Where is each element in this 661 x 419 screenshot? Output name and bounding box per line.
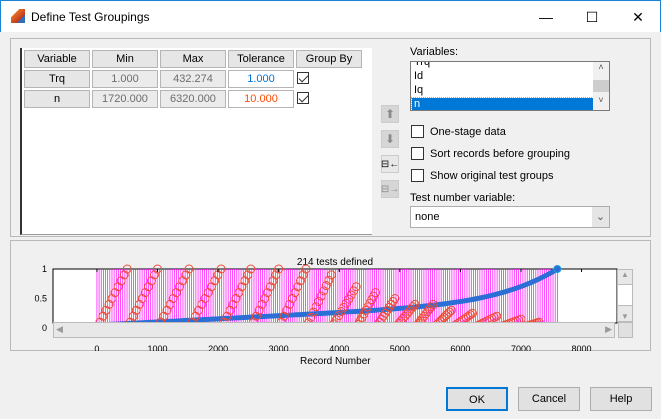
row-tolerance[interactable]: 10.000	[228, 90, 294, 108]
list-item[interactable]: Iq	[412, 84, 593, 98]
row-min: 1.000	[92, 70, 158, 88]
checkbox-label: Sort records before grouping	[430, 147, 571, 160]
add-variable-button[interactable]: ⊟←	[381, 155, 399, 173]
grouping-table: Variable Min Max Tolerance Group By Trq …	[20, 48, 372, 235]
minimize-button[interactable]: —	[523, 1, 569, 33]
scroll-up-icon[interactable]: ˄	[593, 62, 609, 76]
arrow-down-icon: ⬇	[384, 132, 396, 146]
chevron-down-icon[interactable]: ⌄	[592, 207, 609, 227]
x-tick-label: 5000	[390, 344, 410, 351]
list-item-selected[interactable]: n	[411, 97, 594, 110]
header-tolerance: Tolerance	[228, 50, 294, 68]
list-item[interactable]: Trq	[412, 62, 593, 70]
scroll-left-icon[interactable]: ◀	[56, 324, 63, 335]
list-item[interactable]: Id	[412, 70, 593, 84]
test-number-select[interactable]: none ⌄	[410, 206, 610, 228]
vertical-scrollbar[interactable]: ▲ ▼	[617, 269, 633, 322]
cancel-button[interactable]: Cancel	[518, 387, 580, 411]
header-group-by: Group By	[296, 50, 362, 68]
header-variable: Variable	[24, 50, 90, 68]
add-to-table-icon: ⊟←	[380, 158, 400, 170]
table-row: Trq 1.000 432.274 1.000	[24, 70, 362, 88]
matlab-logo-icon	[11, 9, 25, 23]
close-button[interactable]: ✕	[615, 1, 661, 33]
row-tolerance[interactable]: 1.000	[228, 70, 294, 88]
y-tick-label: 1	[42, 264, 47, 274]
checkbox-box[interactable]	[411, 125, 424, 138]
row-variable[interactable]: n	[24, 90, 90, 108]
move-down-button[interactable]: ⬇	[381, 130, 399, 148]
header-max: Max	[160, 50, 226, 68]
group-by-checkbox[interactable]	[297, 91, 309, 104]
select-value: none	[415, 211, 440, 223]
scroll-up-icon[interactable]: ▲	[621, 270, 629, 279]
test-number-label: Test number variable:	[410, 192, 516, 204]
header-min: Min	[92, 50, 158, 68]
table-row: n 1720.000 6320.000 10.000	[24, 90, 362, 108]
variables-listbox[interactable]: Trq Id Iq n ˄ ˅	[410, 61, 610, 111]
checkbox-label: One-stage data	[430, 125, 506, 138]
x-axis-label: Record Number	[300, 356, 371, 367]
listbox-scrollbar[interactable]: ˄ ˅	[593, 62, 609, 110]
maximize-button[interactable]: ☐	[569, 1, 615, 33]
help-button[interactable]: Help	[590, 387, 652, 411]
row-max: 6320.000	[160, 90, 226, 108]
group-by-checkbox[interactable]	[297, 71, 309, 84]
x-tick-label: 6000	[450, 344, 470, 351]
scroll-down-icon[interactable]: ˅	[593, 95, 609, 109]
x-tick-label: 2000	[208, 344, 228, 351]
show-original-groups-checkbox[interactable]: Show original test groups	[411, 169, 554, 182]
x-tick-label: 8000	[572, 344, 592, 351]
variables-label: Variables:	[410, 46, 459, 58]
ok-button[interactable]: OK	[446, 387, 508, 411]
sorted-series-endpoint	[553, 265, 562, 273]
y-tick-label: 0	[42, 323, 47, 333]
horizontal-scrollbar[interactable]: ◀ ▶	[53, 322, 615, 338]
x-tick-label: 0	[94, 344, 99, 351]
scroll-down-icon[interactable]: ▼	[621, 312, 629, 321]
title-bar: Define Test Groupings — ☐ ✕	[0, 0, 661, 32]
checkbox-label: Show original test groups	[430, 169, 554, 182]
y-tick-label: 0.5	[34, 294, 47, 304]
checkbox-box[interactable]	[411, 169, 424, 182]
remove-from-table-icon: ⊟→	[380, 183, 400, 195]
row-min: 1720.000	[92, 90, 158, 108]
move-up-button[interactable]: ⬆	[381, 105, 399, 123]
sort-records-checkbox[interactable]: Sort records before grouping	[411, 147, 570, 160]
remove-variable-button[interactable]: ⊟→	[381, 180, 399, 198]
checkbox-box[interactable]	[411, 147, 424, 160]
row-variable[interactable]: Trq	[24, 70, 90, 88]
arrow-up-icon: ⬆	[384, 107, 396, 121]
scroll-thumb[interactable]	[617, 284, 633, 306]
x-tick-label: 3000	[269, 344, 289, 351]
x-tick-label: 1000	[147, 344, 167, 351]
scroll-thumb[interactable]	[593, 80, 609, 92]
scroll-right-icon[interactable]: ▶	[605, 324, 612, 335]
row-group-by[interactable]	[296, 90, 362, 108]
one-stage-data-checkbox[interactable]: One-stage data	[411, 125, 506, 138]
x-tick-label: 7000	[511, 344, 531, 351]
x-tick-label: 4000	[329, 344, 349, 351]
scroll-corner	[618, 322, 633, 338]
row-group-by[interactable]	[296, 70, 362, 88]
window-title: Define Test Groupings	[31, 10, 150, 24]
row-max: 432.274	[160, 70, 226, 88]
